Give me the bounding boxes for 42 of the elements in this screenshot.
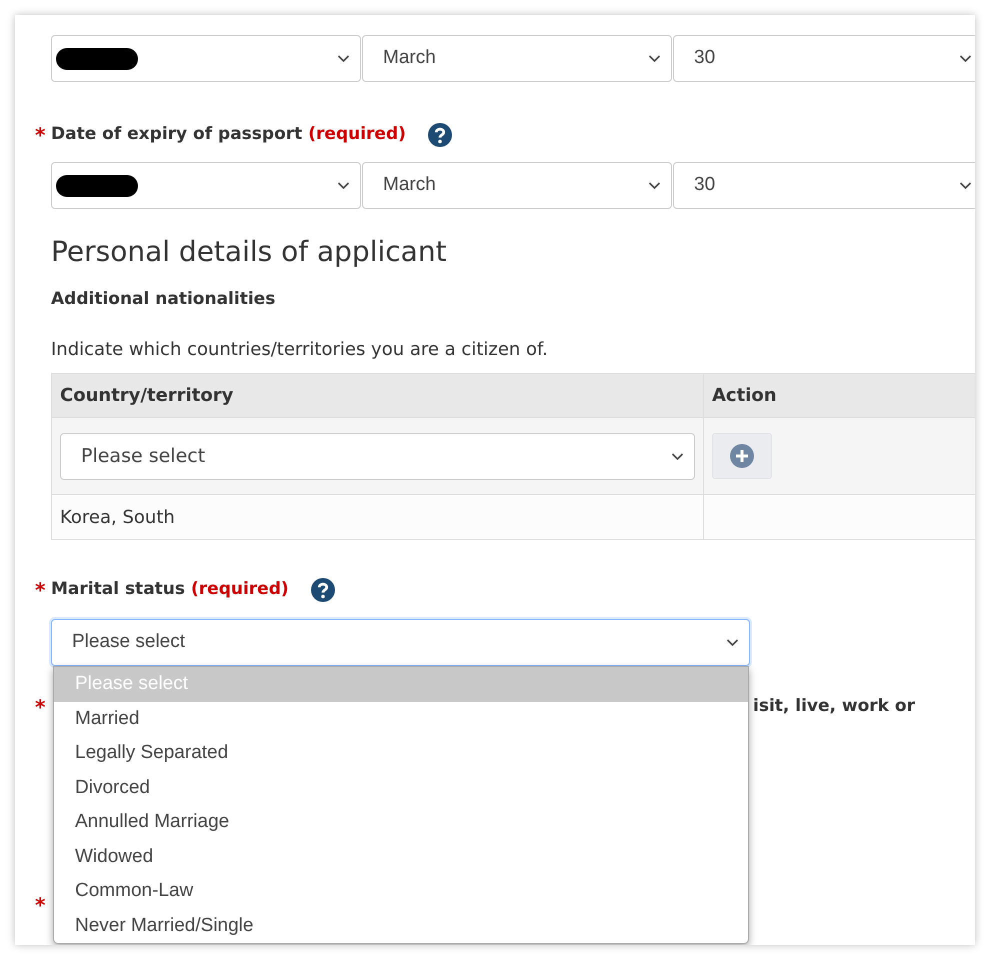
caret-icon [726, 638, 739, 648]
required-asterisk: * [35, 122, 46, 149]
question-label: isit, live, work or [753, 695, 915, 718]
caret-icon [959, 54, 972, 63]
year-select[interactable] [51, 162, 361, 209]
subheading: Additional nationalities [51, 288, 276, 311]
section-heading: Personal details of applicant [51, 235, 448, 269]
help-icon[interactable] [428, 123, 452, 147]
day-select[interactable]: 30 [673, 35, 975, 82]
required-note: (required) [308, 123, 406, 146]
day-select[interactable]: 30 [673, 162, 975, 209]
column-header: Country/territory [52, 374, 704, 418]
caret-icon [337, 54, 350, 63]
caret-icon [671, 452, 684, 461]
dropdown-option[interactable]: Married [54, 702, 748, 736]
required-asterisk: * [35, 892, 46, 920]
add-button[interactable] [712, 433, 772, 480]
dropdown-option[interactable]: Divorced [54, 770, 748, 806]
month-select[interactable]: March [362, 162, 672, 209]
hint-text: Indicate which countries/territories you are a citizen of. [51, 338, 549, 362]
dropdown-option[interactable]: Never Married/Single [54, 908, 748, 944]
dropdown-option[interactable]: Common-Law [54, 874, 748, 909]
help-icon[interactable] [310, 578, 335, 602]
required-asterisk: * [35, 577, 46, 604]
caret-icon [959, 181, 972, 190]
caret-icon [648, 181, 661, 190]
month-select[interactable]: March [362, 35, 672, 82]
caret-icon [337, 181, 350, 190]
field-label: Date of expiry of passport [51, 123, 302, 146]
column-header: Action [704, 374, 975, 418]
table-cell: Korea, South [60, 506, 175, 528]
dropdown-option[interactable]: Legally Separated [54, 736, 748, 771]
field-label: Marital status [51, 578, 186, 602]
required-note: (required) [191, 578, 289, 602]
caret-icon [648, 54, 661, 63]
year-select[interactable] [51, 35, 361, 82]
marital-status-select[interactable]: Please select [51, 619, 750, 666]
plus-icon [730, 444, 754, 468]
dropdown-option[interactable]: Annulled Marriage [54, 805, 748, 840]
required-asterisk: * [35, 694, 46, 722]
country-select[interactable]: Please select [60, 432, 695, 480]
dropdown-option[interactable]: Widowed [54, 840, 748, 874]
